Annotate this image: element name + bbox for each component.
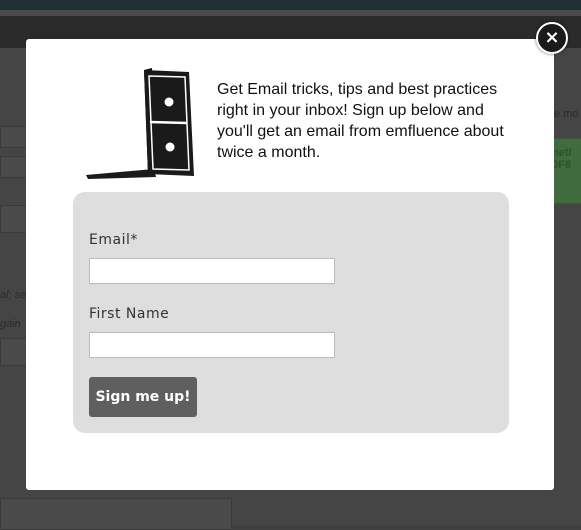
signup-form: Email* First Name Sign me up! — [73, 192, 509, 433]
domino-logo-icon — [86, 68, 194, 179]
background-text: gain — [0, 318, 21, 330]
sign-up-button[interactable]: Sign me up! — [89, 377, 197, 417]
email-label: Email* — [89, 232, 138, 248]
first-name-field[interactable] — [89, 332, 335, 358]
signup-modal: Get Email tricks, tips and best practice… — [26, 39, 554, 490]
email-field[interactable] — [89, 258, 335, 284]
background-text: e mo — [554, 108, 579, 120]
background-text: al; se — [0, 289, 27, 301]
background-top-bar — [0, 0, 581, 10]
background-field — [0, 205, 28, 233]
background-field — [0, 338, 28, 366]
intro-text: Get Email tricks, tips and best practice… — [217, 81, 504, 161]
close-icon[interactable]: × — [536, 22, 568, 54]
background-field — [0, 156, 28, 178]
background-field — [0, 498, 232, 530]
first-name-label: First Name — [89, 306, 170, 322]
background-field — [0, 126, 28, 148]
